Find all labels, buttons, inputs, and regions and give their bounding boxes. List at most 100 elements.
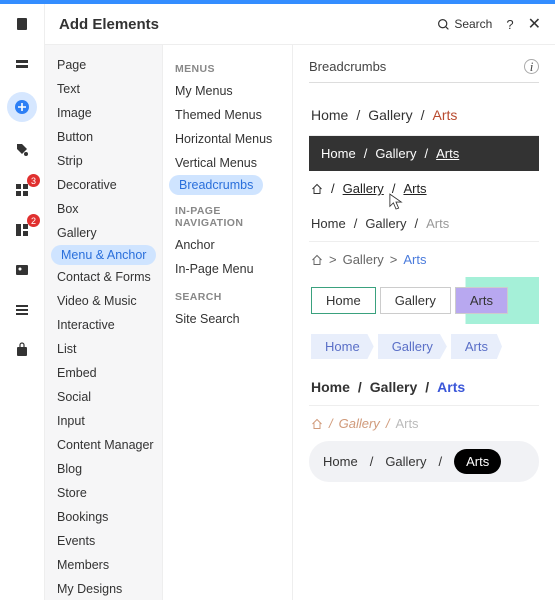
preview-title: Breadcrumbs <box>309 59 386 74</box>
separator: > <box>323 252 343 267</box>
category-item[interactable]: Store <box>45 481 162 505</box>
breadcrumb-style-5[interactable]: >Gallery>Arts <box>309 242 539 277</box>
category-column: PageTextImageButtonStripDecorativeBoxGal… <box>45 45 163 600</box>
breadcrumb-style-2[interactable]: Home/Gallery/Arts <box>309 136 539 171</box>
category-item[interactable]: Interactive <box>45 313 162 337</box>
subcategory-column: MENUSMy MenusThemed MenusHorizontal Menu… <box>163 45 293 600</box>
breadcrumb-style-6[interactable]: Home Gallery Arts <box>309 277 539 324</box>
separator: / <box>348 107 368 123</box>
crumb-gallery: Gallery <box>368 107 412 123</box>
rail-add-icon[interactable] <box>7 92 37 122</box>
category-item[interactable]: Menu & Anchor <box>51 245 156 265</box>
separator: / <box>413 107 433 123</box>
separator: / <box>370 454 374 469</box>
category-item[interactable]: Strip <box>45 149 162 173</box>
crumb-arts: Arts <box>437 379 465 395</box>
crumb-gallery: Gallery <box>375 146 416 161</box>
subcategory-item[interactable]: Vertical Menus <box>163 151 292 175</box>
crumb-gallery: Gallery <box>343 252 384 267</box>
category-item[interactable]: Gallery <box>45 221 162 245</box>
home-icon <box>311 418 323 430</box>
rail-paint-icon[interactable] <box>10 138 34 162</box>
breadcrumb-style-3[interactable]: /Gallery/Arts <box>309 171 539 206</box>
crumb-arts: Arts <box>395 416 418 431</box>
crumb-home: Home <box>311 334 374 359</box>
left-rail: 3 2 <box>0 4 44 600</box>
search-button[interactable]: Search <box>437 17 492 31</box>
panel-title: Add Elements <box>59 16 159 33</box>
subcategory-item[interactable]: My Menus <box>163 79 292 103</box>
rail-apps-icon[interactable]: 3 <box>10 178 34 202</box>
category-item[interactable]: Content Manager <box>45 433 162 457</box>
crumb-arts: Arts <box>451 334 502 359</box>
search-label: Search <box>454 17 492 31</box>
subcategory-item[interactable]: Breadcrumbs <box>169 175 263 195</box>
category-item[interactable]: Contact & Forms <box>45 265 162 289</box>
crumb-gallery: Gallery <box>380 287 451 314</box>
category-item[interactable]: Blog <box>45 457 162 481</box>
category-item[interactable]: Decorative <box>45 173 162 197</box>
crumb-gallery: Gallery <box>339 416 380 431</box>
breadcrumb-style-7[interactable]: Home Gallery Arts <box>309 324 539 369</box>
rail-sections-icon[interactable]: 2 <box>10 218 34 242</box>
rail-page-icon[interactable] <box>10 12 34 36</box>
category-item[interactable]: Events <box>45 529 162 553</box>
crumb-arts: Arts <box>454 449 501 474</box>
breadcrumb-style-10[interactable]: Home / Gallery / Arts <box>309 441 539 482</box>
subcategory-item[interactable]: Horizontal Menus <box>163 127 292 151</box>
category-item[interactable]: Text <box>45 77 162 101</box>
breadcrumb-style-8[interactable]: Home/Gallery/Arts <box>309 369 539 406</box>
help-button[interactable]: ? <box>506 17 513 32</box>
subcategory-item[interactable]: Anchor <box>163 233 292 257</box>
breadcrumb-style-4[interactable]: Home/Gallery/Arts <box>309 206 539 242</box>
crumb-home: Home <box>311 216 346 231</box>
subcategory-heading: SEARCH <box>163 281 292 307</box>
breadcrumb-style-9[interactable]: /Gallery/Arts <box>309 406 539 441</box>
crumb-home: Home <box>321 146 356 161</box>
separator: / <box>356 146 376 161</box>
separator: / <box>417 146 437 161</box>
category-item[interactable]: Embed <box>45 361 162 385</box>
crumb-gallery: Gallery <box>370 379 417 395</box>
category-item[interactable]: Video & Music <box>45 289 162 313</box>
category-item[interactable]: Bookings <box>45 505 162 529</box>
crumb-home: Home <box>323 454 358 469</box>
rail-menu-icon[interactable] <box>10 298 34 322</box>
rail-layers-icon[interactable] <box>10 52 34 76</box>
subcategory-item[interactable]: Site Search <box>163 307 292 331</box>
separator: / <box>380 416 396 431</box>
rail-media-icon[interactable] <box>10 258 34 282</box>
crumb-arts: Arts <box>403 252 426 267</box>
separator: / <box>439 454 443 469</box>
category-item[interactable]: Box <box>45 197 162 221</box>
panel-header: Add Elements Search ? ✕ <box>45 4 555 45</box>
info-icon[interactable]: i <box>524 59 539 74</box>
crumb-home: Home <box>311 379 350 395</box>
subcategory-item[interactable]: In-Page Menu <box>163 257 292 281</box>
category-item[interactable]: Input <box>45 409 162 433</box>
panel: Add Elements Search ? ✕ PageTextImageBut… <box>44 4 555 600</box>
separator: / <box>323 416 339 431</box>
separator: > <box>384 252 404 267</box>
category-item[interactable]: Button <box>45 125 162 149</box>
badge-count: 3 <box>27 174 40 187</box>
crumb-gallery: Gallery <box>385 454 426 469</box>
category-item[interactable]: My Designs <box>45 577 162 600</box>
separator: / <box>417 379 437 395</box>
category-item[interactable]: Members <box>45 553 162 577</box>
category-item[interactable]: Social <box>45 385 162 409</box>
crumb-arts: Arts <box>455 287 508 314</box>
category-item[interactable]: Image <box>45 101 162 125</box>
category-item[interactable]: List <box>45 337 162 361</box>
badge-count: 2 <box>27 214 40 227</box>
subcategory-item[interactable]: Themed Menus <box>163 103 292 127</box>
separator: / <box>346 216 366 231</box>
rail-store-icon[interactable] <box>10 338 34 362</box>
crumb-arts: Arts <box>403 181 426 196</box>
close-button[interactable]: ✕ <box>528 14 541 34</box>
breadcrumb-style-1[interactable]: Home/Gallery/Arts <box>309 97 539 136</box>
crumb-gallery: Gallery <box>343 181 384 196</box>
home-icon <box>311 183 323 195</box>
category-item[interactable]: Page <box>45 53 162 77</box>
separator: / <box>407 216 427 231</box>
